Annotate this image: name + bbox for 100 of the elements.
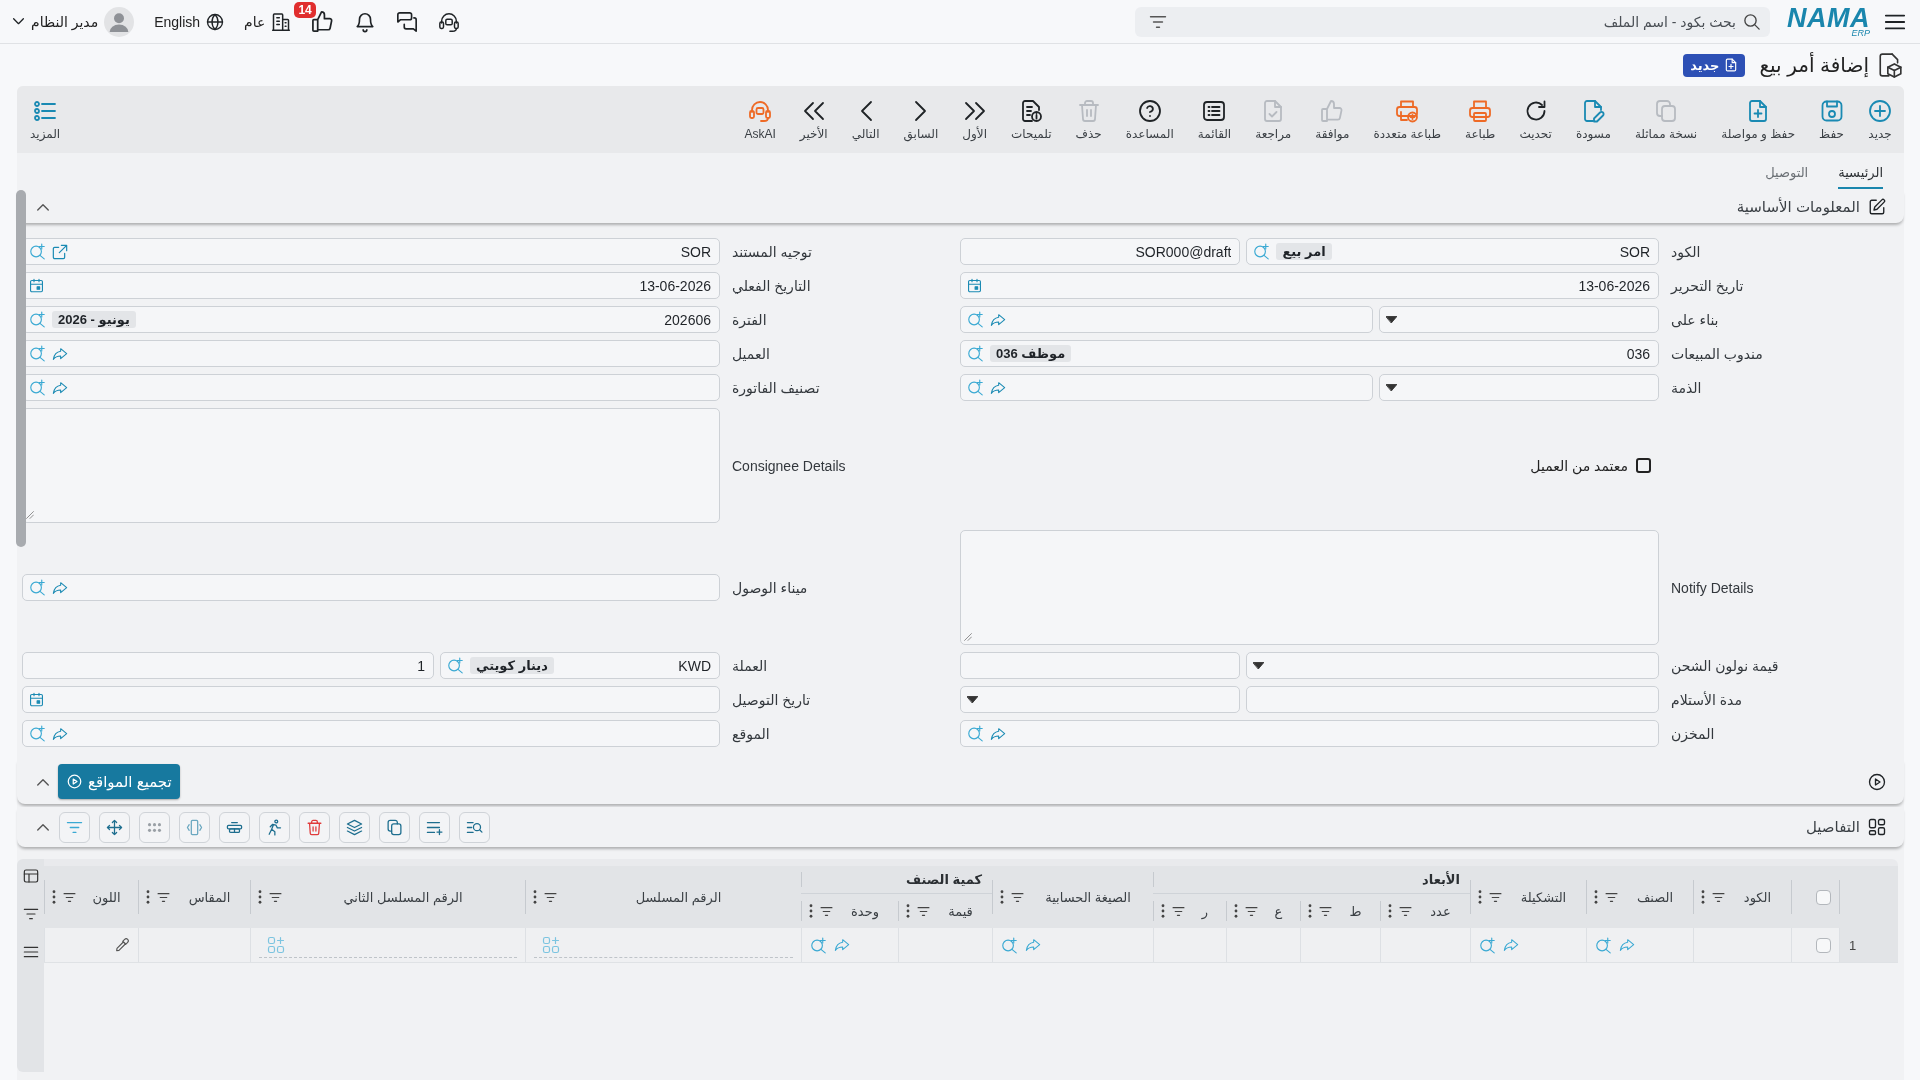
- bell-icon[interactable]: [354, 10, 377, 33]
- filter-icon[interactable]: [1489, 890, 1502, 904]
- chat-icon[interactable]: [396, 10, 419, 33]
- list-add-button[interactable]: [419, 811, 450, 843]
- toolbar-button[interactable]: القائمة: [1185, 86, 1244, 153]
- more-vertical-icon[interactable]: [533, 890, 537, 904]
- search-plus-icon[interactable]: [1253, 243, 1271, 260]
- search-plus-icon[interactable]: [447, 657, 464, 674]
- column-resize-button[interactable]: [179, 811, 210, 843]
- column-header[interactable]: وحدة: [840, 903, 890, 919]
- date-field[interactable]: [22, 686, 720, 713]
- search-plus-icon[interactable]: [967, 345, 984, 362]
- filter-icon[interactable]: [1172, 904, 1185, 918]
- column-header[interactable]: الرقم المسلسل: [564, 889, 793, 905]
- more-vertical-icon[interactable]: [809, 904, 813, 918]
- column-header[interactable]: المقاس: [177, 889, 242, 905]
- filter-icon[interactable]: [1245, 904, 1258, 918]
- column-header[interactable]: الصيغة الحسابية: [1031, 889, 1145, 905]
- more-vertical-icon[interactable]: [1388, 904, 1392, 918]
- toolbar-button[interactable]: حفظ: [1807, 86, 1856, 153]
- more-vertical-icon[interactable]: [1234, 904, 1238, 918]
- more-vertical-icon[interactable]: [906, 904, 910, 918]
- search-plus-icon[interactable]: [29, 345, 46, 362]
- calendar-icon[interactable]: [967, 278, 982, 293]
- text-field[interactable]: [960, 652, 1241, 679]
- search-field[interactable]: بحث بكود - اسم الملف: [1135, 6, 1770, 37]
- filter-icon[interactable]: [63, 890, 76, 904]
- filter-icon[interactable]: [1319, 904, 1332, 918]
- filter-icon[interactable]: [1605, 890, 1618, 904]
- external-link-icon[interactable]: [52, 243, 68, 260]
- layers-button[interactable]: [339, 811, 370, 843]
- toolbar-button[interactable]: تلميحات: [999, 86, 1064, 153]
- search-plus-icon[interactable]: [967, 725, 984, 742]
- text-field[interactable]: 1: [22, 652, 434, 679]
- table-icon[interactable]: [22, 868, 39, 884]
- branch-selector[interactable]: عام: [244, 11, 292, 32]
- forward-arrow-icon[interactable]: [52, 345, 68, 362]
- forward-arrow-icon[interactable]: [990, 379, 1006, 396]
- filter-icon[interactable]: [157, 890, 170, 904]
- search-plus-icon[interactable]: [1001, 936, 1018, 954]
- toolbar-button[interactable]: المساعدة: [1113, 86, 1186, 153]
- toolbar-button[interactable]: الأول: [950, 86, 999, 153]
- column-header[interactable]: ع: [1265, 903, 1292, 919]
- column-header[interactable]: اللون: [83, 889, 130, 905]
- toolbar-button[interactable]: السابق: [891, 86, 951, 153]
- date-field[interactable]: 13-06-2026: [960, 272, 1659, 299]
- more-vertical-icon[interactable]: [1000, 890, 1004, 904]
- forward-arrow-icon[interactable]: [990, 725, 1006, 742]
- forward-arrow-icon[interactable]: [1503, 937, 1519, 953]
- toolbar-button[interactable]: حفظ و مواصلة: [1709, 86, 1808, 153]
- rows-button[interactable]: [219, 811, 250, 843]
- more-vertical-icon[interactable]: [1478, 890, 1482, 904]
- more-vertical-icon[interactable]: [1594, 890, 1598, 904]
- toolbar-button[interactable]: تحديث: [1507, 86, 1564, 153]
- search-plus-icon[interactable]: [1479, 936, 1496, 954]
- more-vertical-icon[interactable]: [1161, 904, 1165, 918]
- column-header[interactable]: الكود: [1732, 889, 1783, 905]
- toolbar-button[interactable]: طباعة: [1452, 86, 1508, 153]
- dropdown-field[interactable]: [1246, 652, 1659, 679]
- textarea-field[interactable]: [960, 530, 1659, 645]
- column-header[interactable]: التشكيلة: [1509, 889, 1578, 905]
- more-vertical-icon[interactable]: [1308, 904, 1312, 918]
- column-header[interactable]: قيمة: [937, 903, 984, 919]
- toolbar-button[interactable]: طباعة متعددة: [1361, 86, 1453, 153]
- toolbar-button[interactable]: الأخير: [787, 86, 840, 153]
- filter-icon[interactable]: [820, 904, 833, 918]
- search-plus-icon[interactable]: [29, 379, 46, 396]
- filter-button[interactable]: [59, 811, 90, 843]
- search-plus-icon[interactable]: [967, 311, 984, 328]
- column-header[interactable]: ر: [1192, 903, 1218, 919]
- move-button[interactable]: [99, 811, 130, 843]
- more-vertical-icon[interactable]: [258, 890, 262, 904]
- copy-button[interactable]: [379, 811, 410, 843]
- column-header[interactable]: الصنف: [1625, 889, 1685, 905]
- menu-icon[interactable]: [22, 944, 39, 960]
- filter-icon[interactable]: [1399, 904, 1412, 918]
- lookup-field[interactable]: [22, 720, 720, 747]
- user-menu[interactable]: مدير النظام: [12, 6, 135, 37]
- scrollbar-thumb[interactable]: [16, 190, 26, 547]
- running-person-button[interactable]: [259, 811, 290, 843]
- filter-icon[interactable]: [22, 906, 39, 922]
- select-all-checkbox[interactable]: [1816, 889, 1831, 905]
- more-vertical-icon[interactable]: [146, 890, 150, 904]
- more-vertical-icon[interactable]: [52, 890, 56, 904]
- filter-icon[interactable]: [1712, 890, 1725, 904]
- search-plus-icon[interactable]: [810, 936, 827, 954]
- forward-arrow-icon[interactable]: [52, 725, 68, 742]
- column-header[interactable]: عدد: [1419, 903, 1462, 919]
- forward-arrow-icon[interactable]: [1025, 937, 1041, 953]
- search-plus-icon[interactable]: [29, 725, 46, 742]
- headset-icon[interactable]: [438, 10, 461, 33]
- toolbar-button[interactable]: مسودة: [1563, 86, 1623, 153]
- search-plus-icon[interactable]: [29, 243, 46, 260]
- group-locations-button[interactable]: تجميع المواقع: [58, 764, 180, 799]
- lookup-field[interactable]: [22, 574, 720, 601]
- dropdown-field[interactable]: [1378, 374, 1659, 401]
- forward-arrow-icon[interactable]: [990, 311, 1006, 328]
- dropdown-field[interactable]: [1378, 306, 1659, 333]
- search-plus-icon[interactable]: [29, 579, 46, 596]
- forward-arrow-icon[interactable]: [1619, 937, 1635, 953]
